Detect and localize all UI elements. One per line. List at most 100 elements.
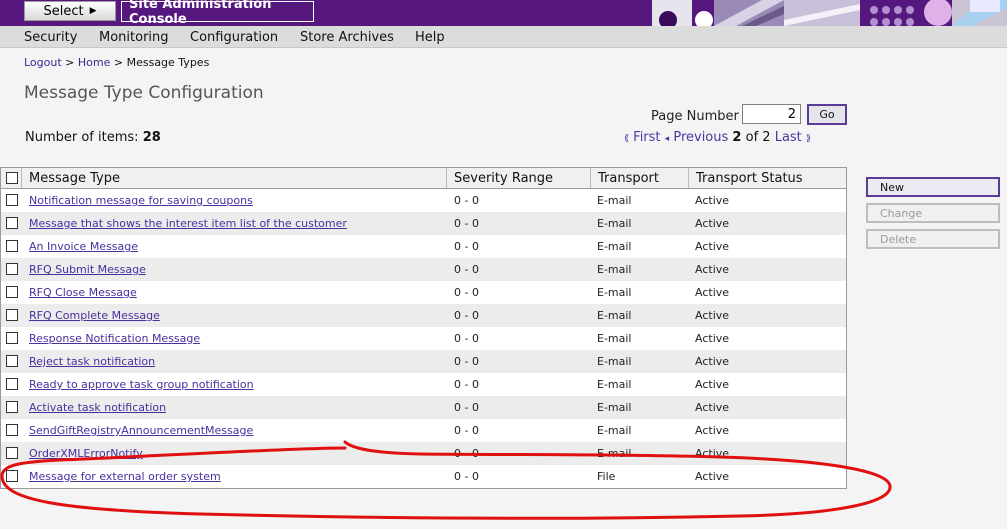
- double-chevron-right-icon: ⟫: [805, 134, 811, 144]
- table-row[interactable]: OrderXMLErrorNotify 0 - 0 E-mail Active: [1, 442, 846, 465]
- transport-cell: E-mail: [597, 194, 632, 207]
- go-button[interactable]: Go: [807, 104, 847, 125]
- delete-button[interactable]: Delete: [866, 229, 1000, 249]
- table-row[interactable]: SendGiftRegistryAnnouncementMessage 0 - 0…: [1, 419, 846, 442]
- table-row[interactable]: An Invoice Message 0 - 0 E-mail Active: [1, 235, 846, 258]
- severity-range-cell: 0 - 0: [454, 447, 479, 460]
- row-checkbox[interactable]: [6, 240, 18, 252]
- message-type-link[interactable]: Activate task notification: [29, 401, 166, 414]
- message-type-link[interactable]: RFQ Complete Message: [29, 309, 160, 322]
- message-type-link[interactable]: RFQ Submit Message: [29, 263, 146, 276]
- transport-status-cell: Active: [695, 332, 730, 345]
- transport-cell: E-mail: [597, 332, 632, 345]
- transport-status-cell: Active: [695, 424, 730, 437]
- column-header-transport-status[interactable]: Transport Status: [688, 168, 846, 188]
- menu-monitoring[interactable]: Monitoring: [99, 30, 169, 45]
- row-checkbox[interactable]: [6, 424, 18, 436]
- breadcrumb-logout-link[interactable]: Logout: [24, 56, 62, 69]
- transport-status-cell: Active: [695, 470, 730, 483]
- table-row[interactable]: Message for external order system 0 - 0 Fi…: [1, 465, 846, 488]
- message-type-link[interactable]: Response Notification Message: [29, 332, 200, 345]
- transport-status-cell: Active: [695, 240, 730, 253]
- table-row[interactable]: Message that shows the interest item lis…: [1, 212, 846, 235]
- row-checkbox[interactable]: [6, 355, 18, 367]
- row-checkbox[interactable]: [6, 378, 18, 390]
- severity-range-cell: 0 - 0: [454, 194, 479, 207]
- transport-status-cell: Active: [695, 355, 730, 368]
- column-header-severity-range[interactable]: Severity Range: [446, 168, 590, 188]
- double-chevron-left-icon: ⟪: [624, 134, 630, 144]
- table-row[interactable]: Notification message for saving coupons 0…: [1, 189, 846, 212]
- breadcrumb-home-link[interactable]: Home: [78, 56, 110, 69]
- new-button[interactable]: New: [866, 177, 1000, 197]
- severity-range-cell: 0 - 0: [454, 424, 479, 437]
- row-checkbox[interactable]: [6, 194, 18, 206]
- row-checkbox[interactable]: [6, 332, 18, 344]
- severity-range-cell: 0 - 0: [454, 286, 479, 299]
- message-type-link[interactable]: Ready to approve task group notification: [29, 378, 254, 391]
- column-header-message-type[interactable]: Message Type: [21, 168, 446, 188]
- transport-cell: E-mail: [597, 309, 632, 322]
- message-type-link[interactable]: OrderXMLErrorNotify: [29, 447, 143, 460]
- first-page-link[interactable]: First: [633, 130, 660, 145]
- menu-security[interactable]: Security: [24, 30, 77, 45]
- table-row[interactable]: RFQ Submit Message 0 - 0 E-mail Active: [1, 258, 846, 281]
- menu-configuration[interactable]: Configuration: [190, 30, 278, 45]
- main-menu-bar: Security Monitoring Configuration Store …: [0, 26, 1007, 48]
- breadcrumb-separator: >: [113, 56, 124, 69]
- column-header-transport[interactable]: Transport: [590, 168, 688, 188]
- message-type-link[interactable]: Message for external order system: [29, 470, 221, 483]
- transport-cell: E-mail: [597, 378, 632, 391]
- breadcrumb-current: Message Types: [126, 56, 210, 69]
- select-menu-button[interactable]: Select ▶: [24, 1, 116, 21]
- transport-status-cell: Active: [695, 447, 730, 460]
- transport-cell: E-mail: [597, 286, 632, 299]
- message-type-link[interactable]: RFQ Close Message: [29, 286, 137, 299]
- transport-cell: E-mail: [597, 263, 632, 276]
- row-checkbox[interactable]: [6, 263, 18, 275]
- menu-store-archives[interactable]: Store Archives: [300, 30, 394, 45]
- select-label: Select: [43, 3, 84, 19]
- table-row[interactable]: Activate task notification 0 - 0 E-mail Act…: [1, 396, 846, 419]
- message-type-link[interactable]: SendGiftRegistryAnnouncementMessage: [29, 424, 253, 437]
- row-checkbox[interactable]: [6, 401, 18, 413]
- select-all-checkbox[interactable]: [6, 172, 18, 184]
- of-label: of: [745, 130, 759, 145]
- items-count-value: 28: [142, 130, 161, 145]
- transport-cell: E-mail: [597, 217, 632, 230]
- severity-range-cell: 0 - 0: [454, 470, 479, 483]
- app-title: Site Administration Console: [121, 0, 314, 27]
- previous-page-link[interactable]: Previous: [673, 130, 728, 145]
- change-button[interactable]: Change: [866, 203, 1000, 223]
- menu-help[interactable]: Help: [415, 30, 445, 45]
- transport-cell: E-mail: [597, 401, 632, 414]
- table-row[interactable]: Response Notification Message 0 - 0 E-mail…: [1, 327, 846, 350]
- banner-decoration-image: [652, 0, 1007, 26]
- total-pages: 2: [762, 130, 771, 145]
- severity-range-cell: 0 - 0: [454, 263, 479, 276]
- table-row[interactable]: RFQ Close Message 0 - 0 E-mail Active: [1, 281, 846, 304]
- last-page-link[interactable]: Last: [775, 130, 802, 145]
- message-type-link[interactable]: An Invoice Message: [29, 240, 138, 253]
- row-checkbox[interactable]: [6, 309, 18, 321]
- transport-cell: File: [597, 470, 616, 483]
- triangle-right-icon: ▶: [89, 6, 97, 16]
- message-type-link[interactable]: Notification message for saving coupons: [29, 194, 253, 207]
- message-type-link[interactable]: Message that shows the interest item lis…: [29, 217, 347, 230]
- transport-status-cell: Active: [695, 217, 730, 230]
- row-checkbox[interactable]: [6, 470, 18, 482]
- table-row[interactable]: Reject task notification 0 - 0 E-mail Activ…: [1, 350, 846, 373]
- row-checkbox[interactable]: [6, 286, 18, 298]
- row-checkbox[interactable]: [6, 217, 18, 229]
- severity-range-cell: 0 - 0: [454, 309, 479, 322]
- page-number-input[interactable]: [742, 104, 801, 124]
- message-type-link[interactable]: Reject task notification: [29, 355, 155, 368]
- table-header: Message Type Severity Range Transport Tr…: [1, 168, 846, 189]
- current-page: 2: [732, 130, 742, 145]
- row-checkbox[interactable]: [6, 447, 18, 459]
- table-row[interactable]: RFQ Complete Message 0 - 0 E-mail Active: [1, 304, 846, 327]
- page-title: Message Type Configuration: [24, 83, 264, 103]
- chevron-left-icon: ◂: [664, 134, 670, 144]
- breadcrumb-separator: >: [65, 56, 75, 69]
- table-row[interactable]: Ready to approve task group notification…: [1, 373, 846, 396]
